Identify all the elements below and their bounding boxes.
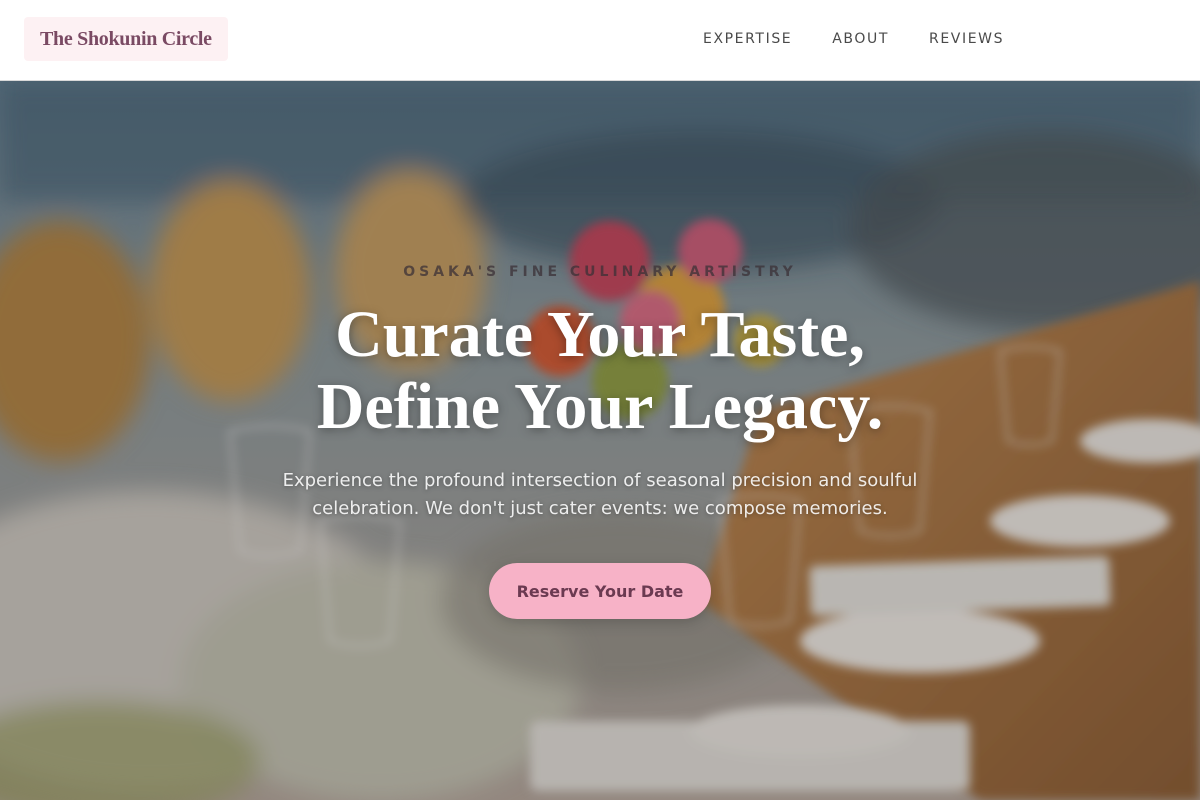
- hero-eyebrow: OSAKA'S FINE CULINARY ARTISTRY: [403, 264, 797, 280]
- hero-subtitle: Experience the profound intersection of …: [282, 470, 918, 519]
- hero-section: OSAKA'S FINE CULINARY ARTISTRY Curate Yo…: [0, 81, 1200, 800]
- nav-link-expertise[interactable]: EXPERTISE: [703, 31, 792, 47]
- nav-link-about[interactable]: ABOUT: [832, 31, 889, 47]
- hero-title: Curate Your Taste, Define Your Legacy.: [0, 299, 1200, 443]
- logo[interactable]: The Shokunin Circle: [24, 17, 228, 61]
- site-header: The Shokunin Circle EXPERTISE ABOUT REVI…: [0, 0, 1200, 81]
- main-nav: EXPERTISE ABOUT REVIEWS: [703, 31, 1004, 47]
- hero-title-line-1: Curate Your Taste,: [335, 298, 865, 371]
- reserve-date-button[interactable]: Reserve Your Date: [489, 563, 711, 619]
- hero-title-line-2: Define Your Legacy.: [316, 370, 884, 443]
- nav-link-reviews[interactable]: REVIEWS: [929, 31, 1004, 47]
